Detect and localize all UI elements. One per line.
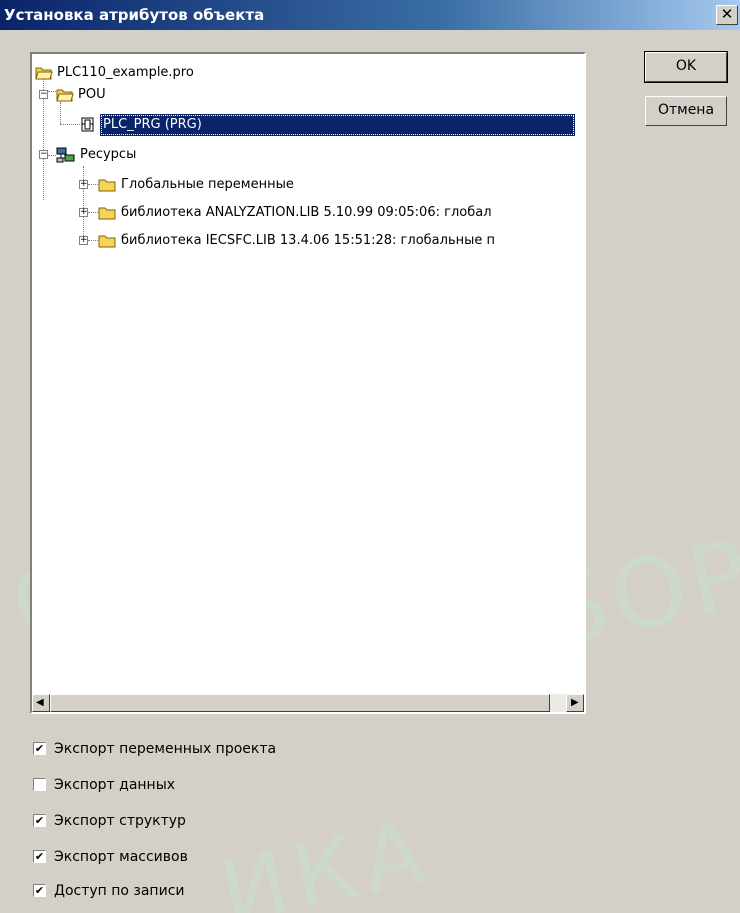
option-label: Доступ по записи: [54, 883, 185, 899]
expand-toggle[interactable]: +: [79, 208, 88, 217]
tree-line: [88, 240, 98, 241]
checkbox-checked[interactable]: ✔: [33, 850, 46, 863]
title-bar: Установка атрибутов объекта ✕: [0, 0, 740, 30]
tree-line: [83, 166, 84, 240]
folder-icon: [98, 235, 116, 248]
tree-item-plc-prg[interactable]: PLC_PRG (PRG): [32, 114, 584, 136]
scroll-right-button[interactable]: ▶: [566, 694, 584, 712]
option-label: Экспорт переменных проекта: [54, 741, 277, 757]
tree-item-label: PLC_PRG (PRG): [100, 114, 575, 136]
option-label: Экспорт структур: [54, 813, 186, 829]
scroll-left-button[interactable]: ◀: [32, 694, 50, 712]
resources-icon: [56, 147, 75, 163]
set-object-attributes-dialog: ОРИКА ПРИБОР фирма ИКА Установка атрибут…: [0, 0, 740, 913]
tree-item-label: Глобальные переменные: [121, 177, 294, 192]
tree-line: [48, 155, 56, 156]
tree-item-label: POU: [78, 87, 106, 102]
folder-icon: [98, 207, 116, 220]
watermark-line4: ИКА: [211, 799, 441, 913]
tree-viewport: PLC110_example.pro − POU PLC_PRG (PRG) −…: [32, 54, 584, 694]
option-label: Экспорт данных: [54, 777, 176, 793]
tree-item-label: PLC110_example.pro: [57, 65, 194, 80]
collapse-toggle[interactable]: −: [39, 150, 48, 159]
arrow-left-icon: ◀: [36, 697, 44, 708]
close-icon: ✕: [720, 5, 734, 23]
tree-line: [88, 212, 98, 213]
collapse-toggle[interactable]: −: [39, 90, 48, 99]
arrow-right-icon: ▶: [571, 697, 579, 708]
tree-item-label: библиотека ANALYZATION.LIB 5.10.99 09:05…: [121, 205, 492, 220]
tree-line: [48, 91, 56, 92]
close-button[interactable]: ✕: [716, 5, 738, 25]
checkbox-checked[interactable]: ✔: [33, 742, 46, 755]
object-tree[interactable]: PLC110_example.pro − POU PLC_PRG (PRG) −…: [30, 52, 586, 714]
horizontal-scrollbar[interactable]: ◀ ▶: [32, 694, 584, 712]
cancel-button[interactable]: Отмена: [645, 96, 727, 126]
tree-line: [88, 184, 98, 185]
checkbox[interactable]: [33, 778, 46, 791]
tree-item-label: библиотека IECSFC.LIB 13.4.06 15:51:28: …: [121, 233, 495, 248]
folder-icon: [98, 179, 116, 192]
open-folder-icon: [56, 89, 74, 102]
scroll-thumb[interactable]: [50, 694, 550, 712]
dialog-title: Установка атрибутов объекта: [4, 6, 265, 24]
expand-toggle[interactable]: +: [79, 180, 88, 189]
ok-button[interactable]: OK: [644, 51, 728, 83]
tree-item-label: Ресурсы: [80, 147, 137, 162]
program-icon: [81, 117, 94, 132]
option-label: Экспорт массивов: [54, 849, 188, 865]
checkbox-checked[interactable]: ✔: [33, 884, 46, 897]
checkbox-checked[interactable]: ✔: [33, 814, 46, 827]
open-folder-icon: [35, 67, 53, 80]
expand-toggle[interactable]: +: [79, 236, 88, 245]
